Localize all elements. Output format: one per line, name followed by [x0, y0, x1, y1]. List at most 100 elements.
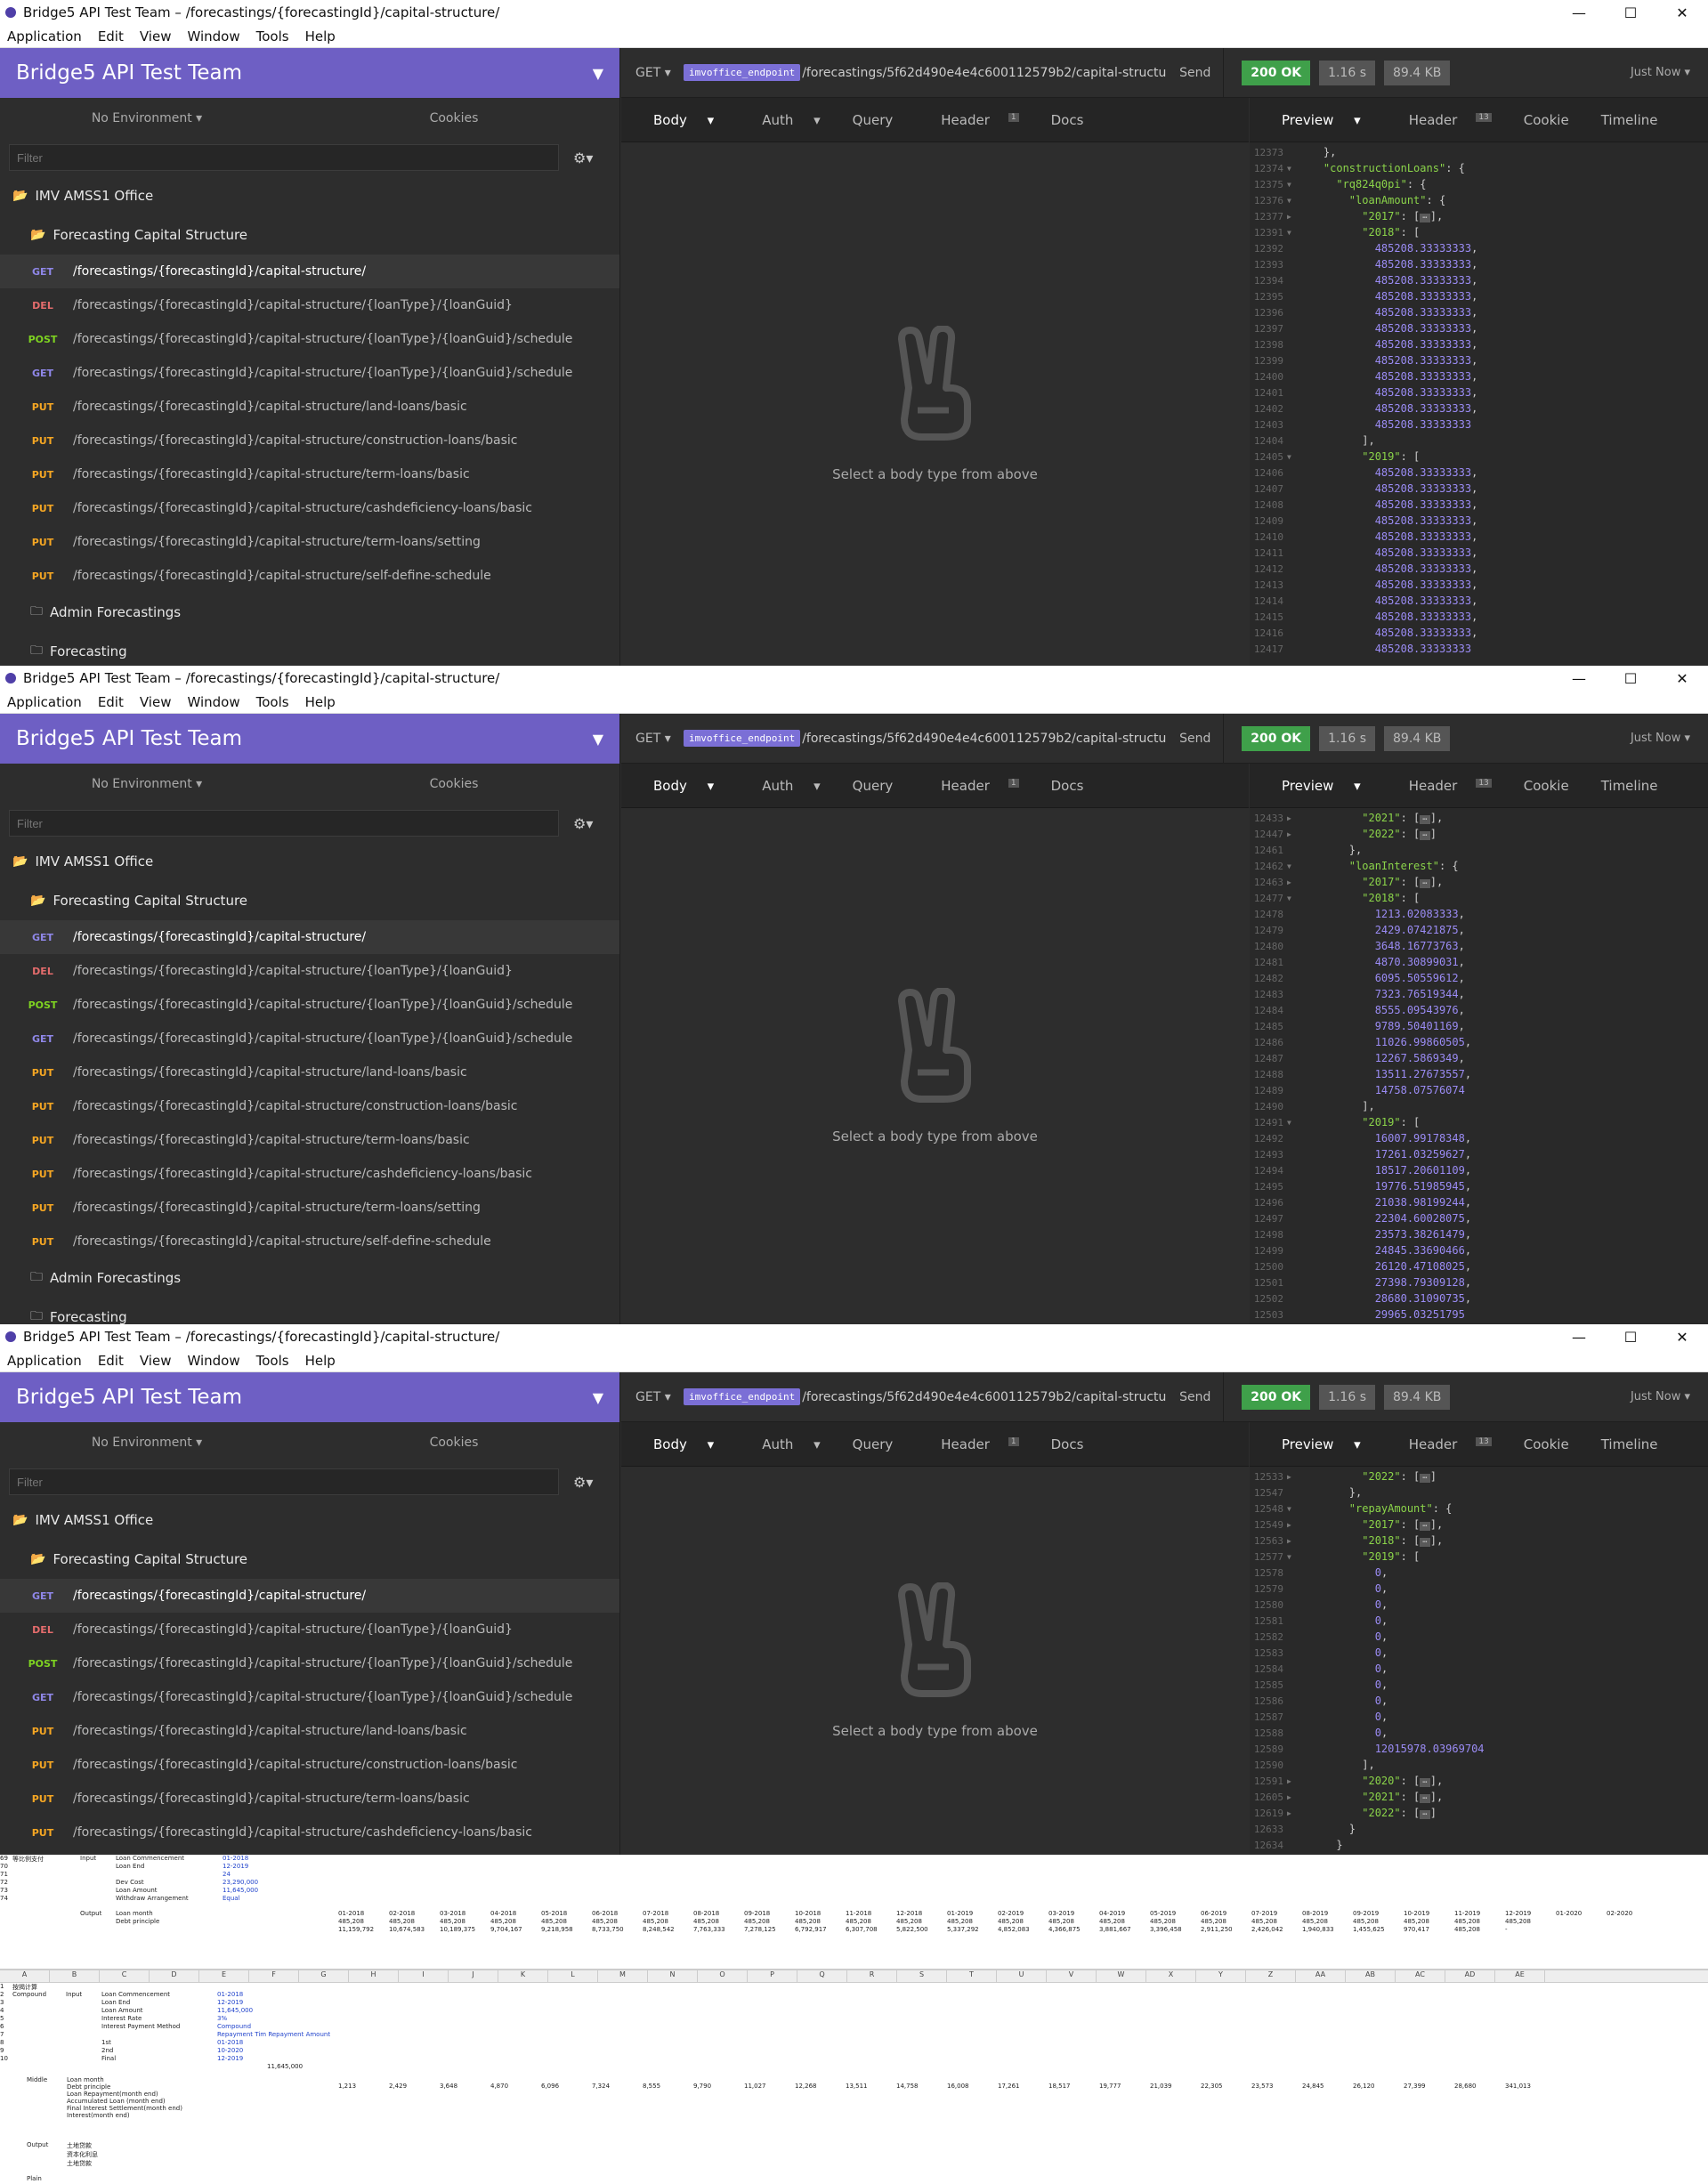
- request-item[interactable]: GET/forecastings/{forecastingId}/capital…: [0, 920, 619, 954]
- menu-window[interactable]: Window: [187, 28, 239, 44]
- environment-selector[interactable]: No Environment ▾: [0, 777, 294, 791]
- workspace-folder[interactable]: 📂 IMV AMSS1 Office: [0, 842, 619, 881]
- tab-timeline[interactable]: Timeline: [1601, 112, 1658, 128]
- fold-arrow-icon[interactable]: ▼: [1287, 229, 1298, 237]
- filter-input[interactable]: [9, 144, 559, 171]
- tab-preview[interactable]: Preview ▾: [1266, 112, 1361, 128]
- fold-arrow-icon[interactable]: ▶: [1287, 878, 1298, 886]
- subfolder-forecasting-capital-structure[interactable]: 📂 Forecasting Capital Structure: [0, 215, 619, 255]
- request-item[interactable]: DEL/forecastings/{forecastingId}/capital…: [0, 288, 619, 322]
- request-item[interactable]: GET/forecastings/{forecastingId}/capital…: [0, 356, 619, 390]
- send-button[interactable]: Send: [1167, 1371, 1225, 1422]
- menu-application[interactable]: Application: [7, 694, 82, 710]
- maximize-icon[interactable]: ☐: [1605, 1329, 1656, 1346]
- filter-input[interactable]: [9, 1468, 559, 1495]
- url-path[interactable]: /forecastings/5f62d490e4e4c600112579b2/c…: [802, 732, 1167, 746]
- maximize-icon[interactable]: ☐: [1605, 4, 1656, 21]
- cookies-button[interactable]: Cookies: [294, 1436, 614, 1450]
- fold-arrow-icon[interactable]: ▶: [1287, 213, 1298, 221]
- request-item[interactable]: PUT/forecastings/{forecastingId}/capital…: [0, 559, 619, 593]
- request-item[interactable]: DEL/forecastings/{forecastingId}/capital…: [0, 954, 619, 988]
- request-item[interactable]: PUT/forecastings/{forecastingId}/capital…: [0, 1157, 619, 1191]
- response-preview[interactable]: 12373 }, 12374 ▼ "constructionLoans": {123…: [1250, 142, 1708, 666]
- response-preview[interactable]: 12433 ▶ "2021": [⋯], 12447 ▶ "2022": [⋯] 124…: [1250, 808, 1708, 1324]
- workspace-folder[interactable]: 📂 IMV AMSS1 Office: [0, 1500, 619, 1540]
- folder-admin-forecastings[interactable]: 🗀 Admin Forecastings: [0, 1258, 619, 1298]
- folder-forecasting[interactable]: 🗀 Forecasting: [0, 1298, 619, 1324]
- tab-timeline[interactable]: Timeline: [1601, 778, 1658, 794]
- menu-help[interactable]: Help: [305, 1353, 336, 1369]
- request-item[interactable]: PUT/forecastings/{forecastingId}/capital…: [0, 1123, 619, 1157]
- request-item[interactable]: PUT/forecastings/{forecastingId}/capital…: [0, 1782, 619, 1816]
- tab-preview[interactable]: Preview ▾: [1266, 1436, 1361, 1452]
- fold-arrow-icon[interactable]: ▼: [1287, 197, 1298, 205]
- request-item[interactable]: PUT/forecastings/{forecastingId}/capital…: [0, 1714, 619, 1748]
- url-path[interactable]: /forecastings/5f62d490e4e4c600112579b2/c…: [802, 1390, 1167, 1404]
- response-preview[interactable]: 12533 ▶ "2022": [⋯] 12547 }, 12548 ▼ "repayA…: [1250, 1467, 1708, 1855]
- request-item[interactable]: PUT/forecastings/{forecastingId}/capital…: [0, 525, 619, 559]
- gear-icon[interactable]: ⚙▾: [573, 815, 593, 832]
- history-dropdown[interactable]: Just Now ▾: [1631, 1390, 1690, 1403]
- request-item[interactable]: GET/forecastings/{forecastingId}/capital…: [0, 1579, 619, 1613]
- env-variable-tag[interactable]: imvoffice_endpoint: [684, 1388, 801, 1405]
- request-item[interactable]: GET/forecastings/{forecastingId}/capital…: [0, 1022, 619, 1056]
- tab-preview[interactable]: Preview ▾: [1266, 778, 1361, 794]
- request-item[interactable]: PUT/forecastings/{forecastingId}/capital…: [0, 424, 619, 457]
- request-item[interactable]: PUT/forecastings/{forecastingId}/capital…: [0, 1089, 619, 1123]
- tab-auth[interactable]: Auth ▾: [746, 778, 820, 794]
- fold-arrow-icon[interactable]: ▶: [1287, 1777, 1298, 1785]
- env-variable-tag[interactable]: imvoffice_endpoint: [684, 64, 801, 81]
- environment-selector[interactable]: No Environment ▾: [0, 111, 294, 125]
- tab-auth[interactable]: Auth ▾: [746, 112, 820, 128]
- history-dropdown[interactable]: Just Now ▾: [1631, 732, 1690, 745]
- request-item[interactable]: DEL/forecastings/{forecastingId}/capital…: [0, 1613, 619, 1646]
- fold-arrow-icon[interactable]: ▼: [1287, 453, 1298, 461]
- team-selector[interactable]: Bridge5 API Test Team ▼: [0, 714, 619, 764]
- method-selector[interactable]: GET ▾: [621, 66, 684, 80]
- request-item[interactable]: PUT/forecastings/{forecastingId}/capital…: [0, 1191, 619, 1225]
- menu-application[interactable]: Application: [7, 1353, 82, 1369]
- tab-cookie[interactable]: Cookie: [1524, 778, 1569, 794]
- tab-auth[interactable]: Auth ▾: [746, 1436, 820, 1452]
- request-item[interactable]: POST/forecastings/{forecastingId}/capita…: [0, 322, 619, 356]
- menu-edit[interactable]: Edit: [98, 28, 124, 44]
- subfolder-forecasting-capital-structure[interactable]: 📂 Forecasting Capital Structure: [0, 881, 619, 920]
- send-button[interactable]: Send: [1167, 47, 1225, 98]
- menu-help[interactable]: Help: [305, 694, 336, 710]
- request-item[interactable]: PUT/forecastings/{forecastingId}/capital…: [0, 457, 619, 491]
- method-selector[interactable]: GET ▾: [621, 1390, 684, 1404]
- method-selector[interactable]: GET ▾: [621, 732, 684, 746]
- fold-arrow-icon[interactable]: ▶: [1287, 1521, 1298, 1529]
- env-variable-tag[interactable]: imvoffice_endpoint: [684, 730, 801, 747]
- fold-arrow-icon[interactable]: ▼: [1287, 1119, 1298, 1127]
- close-icon[interactable]: ✕: [1656, 670, 1708, 687]
- gear-icon[interactable]: ⚙▾: [573, 150, 593, 166]
- folder-admin-forecastings[interactable]: 🗀 Admin Forecastings: [0, 593, 619, 632]
- menu-edit[interactable]: Edit: [98, 1353, 124, 1369]
- filter-input[interactable]: [9, 810, 559, 837]
- request-item[interactable]: PUT/forecastings/{forecastingId}/capital…: [0, 1748, 619, 1782]
- fold-arrow-icon[interactable]: ▶: [1287, 830, 1298, 838]
- tab-timeline[interactable]: Timeline: [1601, 1436, 1658, 1452]
- url-path[interactable]: /forecastings/5f62d490e4e4c600112579b2/c…: [802, 66, 1167, 80]
- tab-docs[interactable]: Docs: [1051, 778, 1084, 794]
- tab-docs[interactable]: Docs: [1051, 1436, 1084, 1452]
- gear-icon[interactable]: ⚙▾: [573, 1474, 593, 1491]
- request-item[interactable]: POST/forecastings/{forecastingId}/capita…: [0, 988, 619, 1022]
- minimize-icon[interactable]: —: [1553, 4, 1605, 21]
- tab-docs[interactable]: Docs: [1051, 112, 1084, 128]
- fold-arrow-icon[interactable]: ▶: [1287, 1537, 1298, 1545]
- tab-body[interactable]: Body ▾: [637, 1436, 714, 1452]
- cookies-button[interactable]: Cookies: [294, 111, 614, 125]
- fold-arrow-icon[interactable]: ▼: [1287, 1505, 1298, 1513]
- tab-body[interactable]: Body ▾: [637, 112, 714, 128]
- subfolder-forecasting-capital-structure[interactable]: 📂 Forecasting Capital Structure: [0, 1540, 619, 1579]
- tab-header[interactable]: Header 1: [925, 778, 1019, 794]
- team-selector[interactable]: Bridge5 API Test Team ▼: [0, 48, 619, 98]
- send-button[interactable]: Send: [1167, 713, 1225, 764]
- request-item[interactable]: PUT/forecastings/{forecastingId}/capital…: [0, 1225, 619, 1258]
- request-item[interactable]: GET/forecastings/{forecastingId}/capital…: [0, 255, 619, 288]
- menu-window[interactable]: Window: [187, 694, 239, 710]
- request-item[interactable]: PUT/forecastings/{forecastingId}/capital…: [0, 1816, 619, 1849]
- minimize-icon[interactable]: —: [1553, 670, 1605, 687]
